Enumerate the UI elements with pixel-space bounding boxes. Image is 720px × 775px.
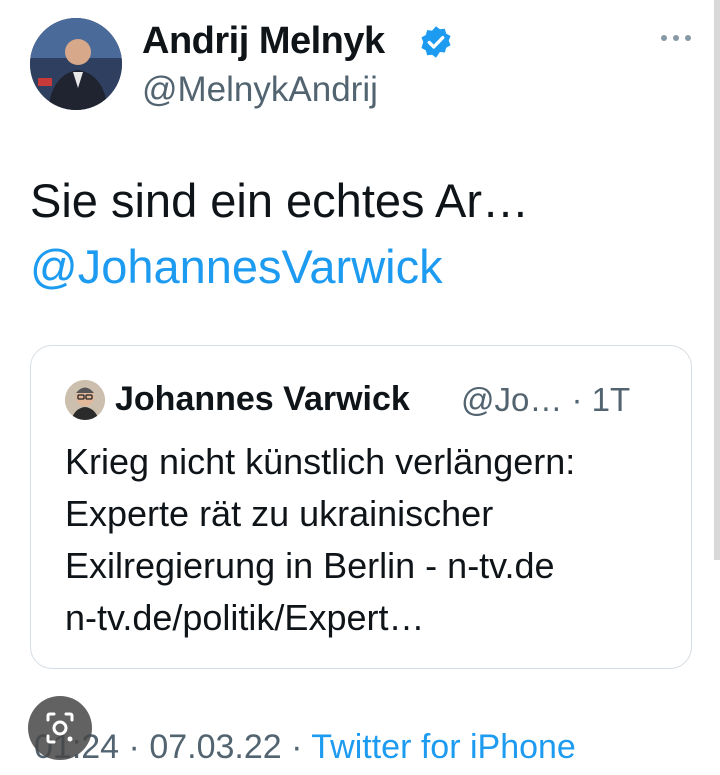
quoted-tweet-link[interactable]: n-tv.de/politik/Expert… — [65, 592, 685, 644]
google-lens-icon[interactable] — [28, 696, 92, 760]
tweet-date: 07.03.22 — [149, 728, 282, 766]
author-avatar[interactable] — [30, 18, 122, 110]
quoted-author-name[interactable]: Johannes Varwick — [115, 380, 410, 419]
quoted-tweet-line: Exilregierung in Berlin - n-tv.de — [65, 545, 555, 586]
tweet-footer: 01:24 · 07.03.22 · Twitter for iPhone — [34, 728, 576, 767]
quoted-author-avatar[interactable] — [65, 380, 105, 420]
quoted-author-handle: @Jo… · 1T — [461, 381, 631, 418]
tweet-body: Sie sind ein echtes Ar… — [30, 174, 529, 227]
tweet-text: Sie sind ein echtes Ar… @JohannesVarwick — [30, 168, 690, 300]
quoted-tweet-header: Johannes Varwick @Jo… · 1T — [65, 380, 685, 420]
verified-badge-icon — [421, 26, 451, 58]
author-handle[interactable]: @MelnykAndrij — [142, 70, 378, 110]
scrollbar[interactable] — [714, 0, 720, 560]
quoted-tweet-line: Experte rät zu ukrainischer — [65, 493, 494, 534]
quoted-tweet-card[interactable]: Johannes Varwick @Jo… · 1T Krieg nicht k… — [30, 345, 692, 669]
tweet-mention-link[interactable]: @JohannesVarwick — [30, 234, 690, 300]
quoted-tweet-text: Krieg nicht künstlich verlängern: Expert… — [65, 436, 685, 644]
footer-separator: · — [119, 728, 150, 766]
footer-separator: · — [281, 728, 312, 766]
more-options-icon[interactable] — [656, 28, 696, 48]
tweet-source-link[interactable]: Twitter for iPhone — [311, 728, 576, 766]
author-name[interactable]: Andrij Melnyk — [142, 20, 385, 63]
quoted-tweet-line: Krieg nicht künstlich verlängern: — [65, 441, 576, 482]
tweet-header: Andrij Melnyk @MelnykAndrij — [30, 18, 700, 110]
